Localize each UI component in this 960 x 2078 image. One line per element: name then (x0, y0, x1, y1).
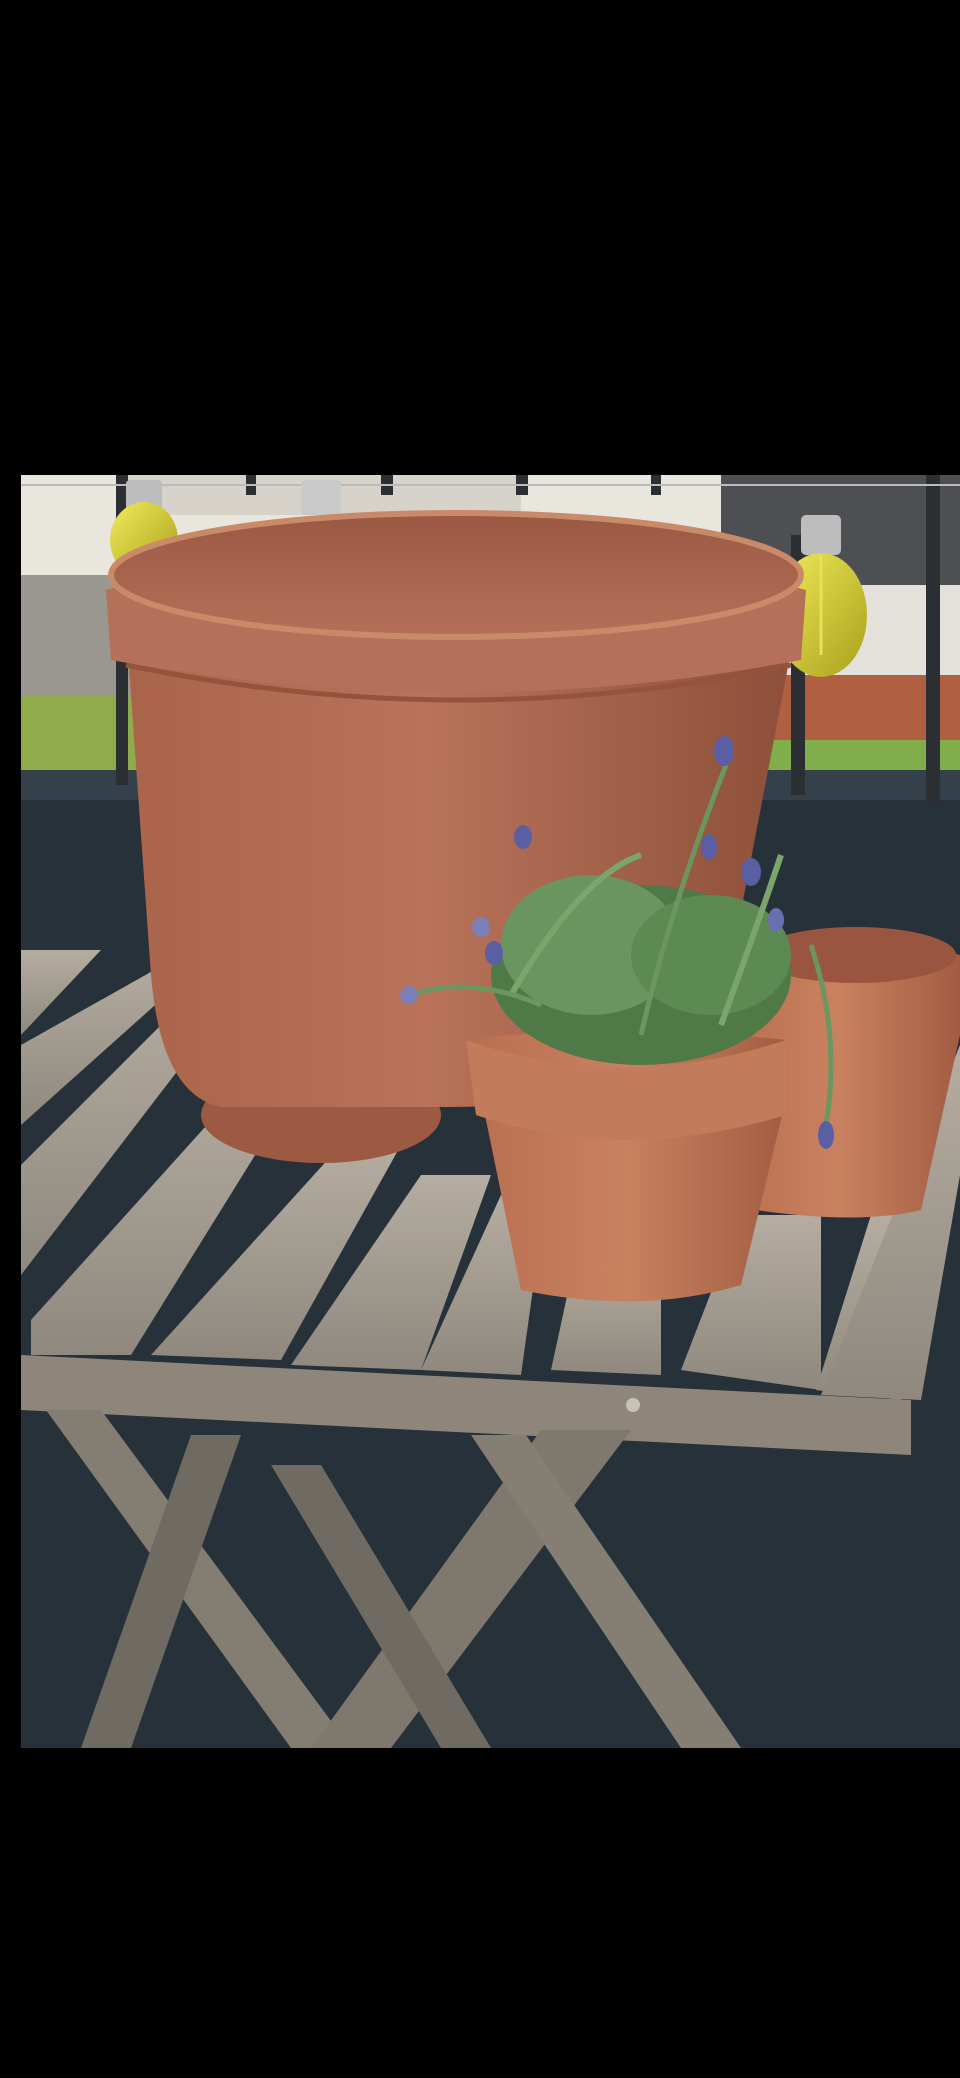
light-bulb-middle (301, 480, 341, 515)
photo (21, 475, 960, 1748)
